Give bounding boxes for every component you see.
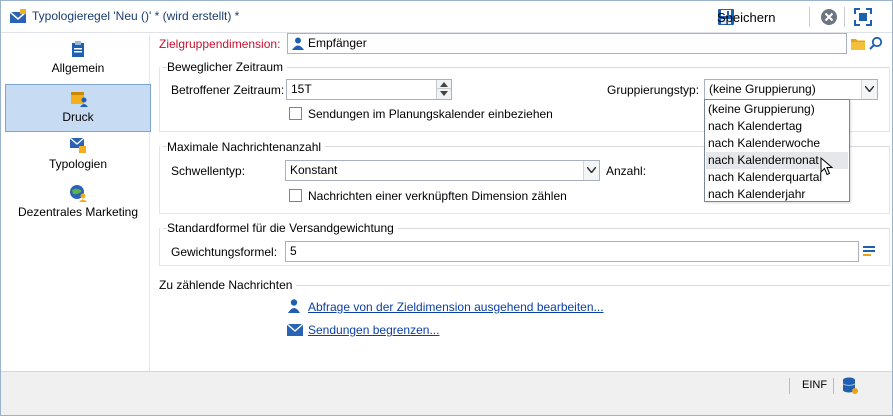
envelope-rule-icon (9, 9, 27, 23)
sidebar-item-typologien[interactable]: Typologien (5, 132, 151, 180)
database-icon[interactable] (842, 377, 858, 395)
period-spinner[interactable] (436, 80, 451, 99)
grouping-option[interactable]: nach Kalendertag (706, 118, 848, 135)
typology-rule-window: Typologieregel 'Neu ()' * (wird erstellt… (0, 0, 893, 416)
grouping-option[interactable]: nach Kalenderjahr (706, 186, 848, 203)
period-value: 15T (291, 82, 312, 96)
calendar-checkbox[interactable] (289, 107, 302, 120)
input-mode-indicator: EINF (802, 379, 828, 391)
search-icon[interactable] (869, 36, 883, 50)
threshold-select[interactable]: Konstant (285, 160, 600, 181)
title-bar: Typologieregel 'Neu ()' * (wird erstellt… (1, 1, 892, 33)
toolbar-separator (809, 7, 810, 27)
window-title: Typologieregel 'Neu ()' * (wird erstellt… (32, 9, 240, 23)
save-button[interactable]: Speichern (717, 6, 776, 28)
count-label: Anzahl: (606, 164, 647, 178)
threshold-dropdown-button[interactable] (583, 161, 599, 180)
maximize-icon[interactable] (854, 8, 872, 26)
person-icon (292, 37, 304, 50)
count-messages-group-title: Zu zählende Nachrichten (159, 278, 297, 292)
grouping-option[interactable]: nach Kalenderwoche (706, 135, 848, 152)
grouping-selected-value: (keine Gruppierung) (709, 82, 816, 96)
period-group-title: Beweglicher Zeitraum (167, 60, 288, 74)
globe-person-icon (70, 185, 87, 202)
status-separator (833, 378, 834, 394)
grouping-label: Gruppierungstyp: (607, 83, 700, 97)
typology-icon (69, 137, 86, 153)
chevron-up-icon (440, 82, 448, 87)
sidebar: Allgemein Druck Typologien Dezentrales M… (1, 34, 151, 371)
period-input[interactable]: 15T (286, 79, 452, 100)
chevron-down-icon (440, 91, 448, 96)
linked-dimension-checkbox[interactable] (289, 189, 302, 202)
save-label: Speichern (717, 9, 776, 25)
sidebar-item-label: Druck (62, 110, 94, 124)
period-label: Betroffener Zeitraum: (171, 83, 285, 97)
grouping-dropdown-button[interactable] (861, 80, 877, 99)
formula-editor-icon[interactable] (862, 244, 876, 258)
calendar-checkbox-label: Sendungen im Planungskalender einbeziehe… (308, 107, 553, 121)
clipboard-icon (72, 41, 84, 57)
main-panel: Zielgruppendimension: Empfänger Beweglic… (151, 33, 892, 371)
spin-up-button[interactable] (437, 80, 451, 89)
folder-icon[interactable] (851, 37, 865, 50)
max-messages-group-title: Maximale Nachrichtenanzahl (167, 140, 326, 154)
sidebar-item-label: Typologien (48, 157, 108, 171)
limit-deliveries-link[interactable]: Sendungen begrenzen... (308, 323, 439, 337)
close-circle-icon[interactable] (820, 8, 838, 26)
toolbar-separator (844, 7, 845, 27)
sidebar-item-dezentrales-marketing[interactable]: Dezentrales Marketing (5, 180, 151, 228)
target-dimension-value: Empfänger (308, 36, 367, 50)
threshold-label: Schwellentyp: (171, 164, 246, 178)
formula-input[interactable]: 5 (285, 241, 859, 262)
envelope-icon (287, 324, 303, 336)
weighting-group-title: Standardformel für die Versandgewichtung (167, 221, 398, 235)
calendar-person-icon (71, 92, 88, 107)
sidebar-item-allgemein[interactable]: Allgemein (5, 36, 151, 84)
mouse-cursor-icon (820, 157, 834, 176)
spin-down-button[interactable] (437, 89, 451, 98)
threshold-value: Konstant (290, 163, 338, 177)
chevron-down-icon (865, 86, 874, 92)
linked-dimension-checkbox-label: Nachrichten einer verknüpften Dimension … (308, 189, 567, 203)
sidebar-item-druck[interactable]: Druck (5, 84, 151, 132)
target-dimension-label: Zielgruppendimension: (159, 37, 281, 51)
grouping-option[interactable]: (keine Gruppierung) (706, 101, 848, 118)
sidebar-item-label: Dezentrales Marketing (17, 205, 139, 219)
formula-value: 5 (290, 244, 297, 258)
status-bar: EINF (1, 371, 892, 415)
person-icon (288, 299, 300, 313)
formula-label: Gewichtungsformel: (171, 245, 278, 259)
edit-query-link[interactable]: Abfrage von der Zieldimension ausgehend … (308, 300, 604, 314)
grouping-dropdown-list: (keine Gruppierung) nach Kalendertag nac… (704, 99, 850, 202)
chevron-down-icon (587, 167, 596, 173)
status-separator (789, 378, 790, 394)
sidebar-item-label: Allgemein (51, 61, 105, 75)
target-dimension-field[interactable]: Empfänger (287, 33, 847, 54)
grouping-select[interactable]: (keine Gruppierung) (704, 79, 878, 100)
